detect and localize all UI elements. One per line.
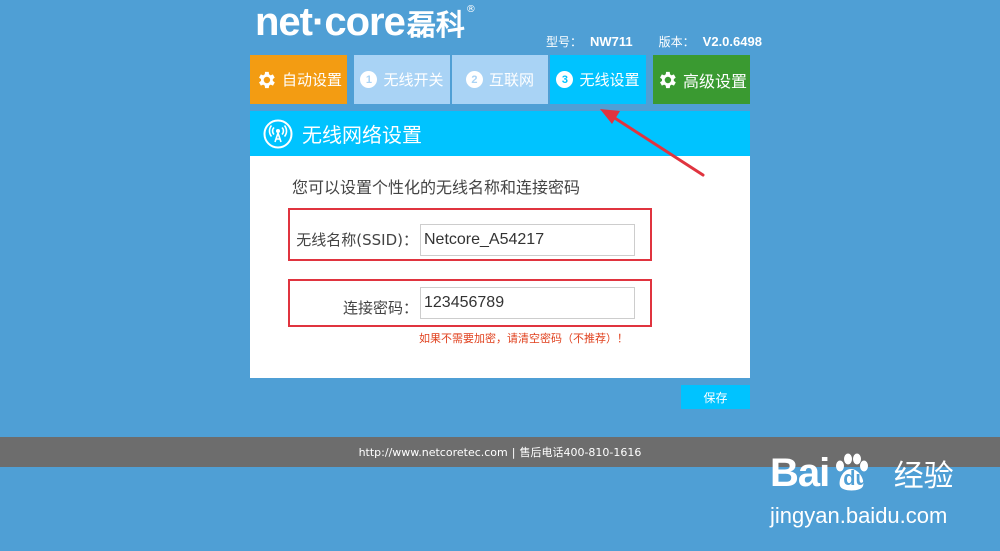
support-hotline: 售后电话400-810-1616 [519, 446, 642, 459]
password-hint: 如果不需要加密，请清空密码（不推荐）！ [419, 332, 628, 345]
baidu-jingyan-watermark: Bai du 经验 jingyan.baidu.com [770, 447, 954, 529]
tab-wireless-switch[interactable]: 1 无线开关 [354, 55, 450, 104]
panel-title: 无线网络设置 [302, 123, 422, 147]
tab-label: 高级设置 [682, 71, 747, 91]
step-number: 3 [556, 71, 574, 88]
model-label: 型号： [546, 35, 583, 49]
gear-icon [660, 71, 676, 88]
tab-advanced-settings[interactable]: 高级设置 [653, 55, 750, 104]
watermark-bai: Bai [770, 450, 830, 495]
tab-label: 无线开关 [383, 71, 444, 89]
ssid-input[interactable] [420, 224, 635, 256]
registered-mark: ® [465, 4, 476, 15]
model-value: NW711 [590, 34, 633, 49]
tab-internet[interactable]: 2 互联网 [452, 55, 548, 104]
brand-name-en: net·core [255, 0, 406, 44]
password-label: 连接密码： [342, 299, 418, 317]
save-button[interactable]: 保存 [681, 385, 750, 409]
tab-label: 无线设置 [579, 71, 640, 89]
ssid-label: 无线名称(SSID)： [296, 231, 418, 249]
password-input[interactable] [420, 287, 635, 319]
tab-label: 互联网 [488, 71, 534, 89]
device-info: 型号： NW711 版本： V2.0.6498 [546, 33, 762, 50]
wifi-signal-icon [263, 119, 293, 148]
version-value: V2.0.6498 [702, 34, 762, 49]
panel-header: 无线网络设置 [250, 111, 750, 156]
netcore-logo: net·core 磊科 ® [255, 2, 476, 42]
watermark-jingyan: 经验 [893, 459, 954, 494]
tab-label: 自动设置 [281, 71, 342, 89]
version-label: 版本： [658, 35, 695, 49]
step-number: 1 [360, 71, 378, 88]
tab-wireless-settings[interactable]: 3 无线设置 [550, 55, 646, 104]
watermark-du: du [843, 467, 868, 490]
watermark-url: jingyan.baidu.com [770, 503, 948, 528]
brand-name-cn: 磊科 [406, 8, 465, 42]
footer-separator: | [511, 445, 516, 459]
website-link[interactable]: http://www.netcoretec.com [359, 446, 508, 459]
tab-auto-setup[interactable]: 自动设置 [250, 55, 347, 104]
intro-text: 您可以设置个性化的无线名称和连接密码 [292, 178, 581, 197]
gear-icon [259, 71, 275, 88]
step-number: 2 [465, 71, 483, 88]
